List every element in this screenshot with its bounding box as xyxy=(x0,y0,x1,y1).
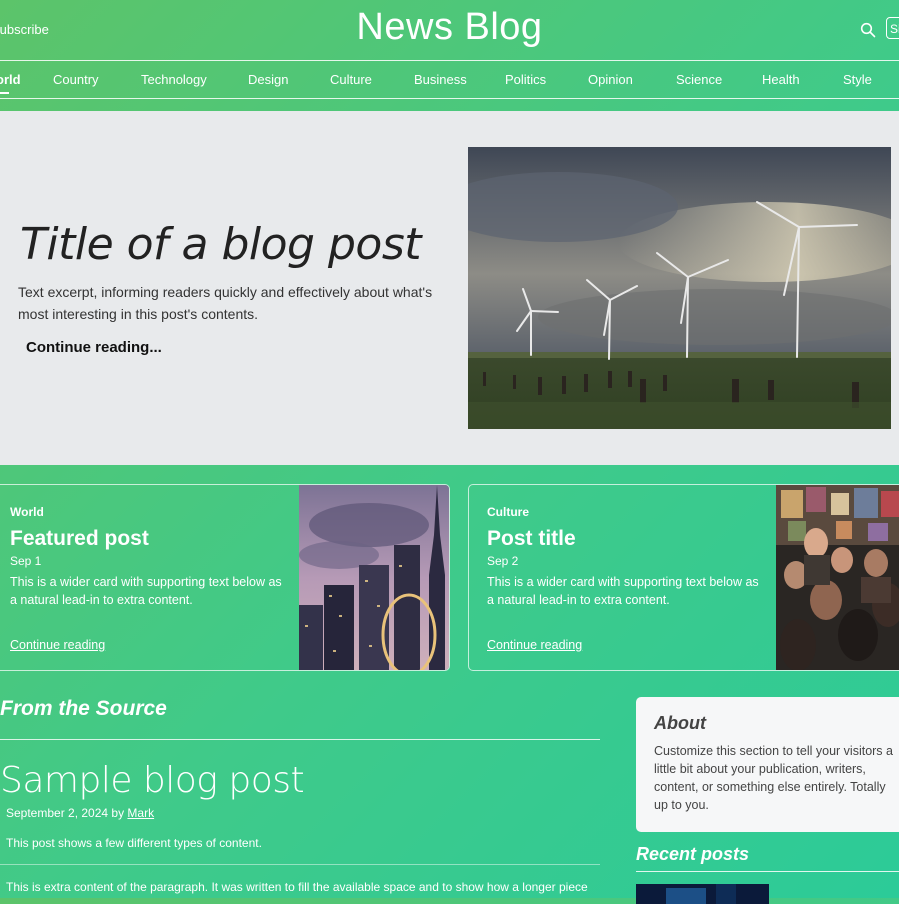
card-text: This is a wider card with supporting tex… xyxy=(10,575,282,607)
nav-item-health[interactable]: Health xyxy=(762,72,800,87)
post-card: Culture Post title Sep 2 This is a wider… xyxy=(468,484,899,671)
site-header: Subscribe News Blog Sign up xyxy=(0,0,899,60)
site-brand[interactable]: News Blog xyxy=(0,6,899,49)
about-text: Customize this section to tell your visi… xyxy=(654,744,893,812)
card-text: This is a wider card with supporting tex… xyxy=(487,575,759,607)
blog-post-date: September 2, 2024 by xyxy=(6,806,125,820)
category-nav: World Country Technology Design Culture … xyxy=(0,61,899,98)
blog-post-title: Sample blog post xyxy=(0,760,305,801)
search-icon[interactable] xyxy=(860,22,876,38)
blog-post-body: This is extra content of the paragraph. … xyxy=(6,880,588,894)
recent-posts-heading: Recent posts xyxy=(636,844,750,864)
signup-button[interactable]: Sign up xyxy=(886,17,899,39)
card-date: Sep 1 xyxy=(10,554,42,568)
city-skyline-image xyxy=(299,485,449,670)
nav-item-business[interactable]: Business xyxy=(414,72,467,87)
nav-item-politics[interactable]: Politics xyxy=(505,72,546,87)
nav-item-country[interactable]: Country xyxy=(53,72,99,87)
card-title: Post title xyxy=(487,527,576,550)
hero-wind-turbines-image xyxy=(468,147,891,429)
card-continue-link[interactable]: Continue reading xyxy=(487,638,582,652)
blog-post-meta: September 2, 2024 by Mark xyxy=(6,806,154,820)
section-divider xyxy=(0,739,600,740)
section-heading: From the Source xyxy=(0,697,167,720)
hero-excerpt: Text excerpt, informing readers quickly … xyxy=(18,284,433,322)
card-continue-link[interactable]: Continue reading xyxy=(10,638,105,652)
nav-item-world[interactable]: World xyxy=(0,72,21,87)
recent-post-thumbnail[interactable] xyxy=(636,884,769,904)
nav-item-style[interactable]: Style xyxy=(843,72,872,87)
card-category: World xyxy=(10,505,44,519)
nav-divider xyxy=(0,98,899,99)
blog-post-divider xyxy=(0,864,600,865)
about-title: About xyxy=(654,713,706,733)
card-title: Featured post xyxy=(10,527,149,550)
nav-item-science[interactable]: Science xyxy=(676,72,722,87)
card-date: Sep 2 xyxy=(487,554,519,568)
hero-title: Title of a blog post xyxy=(20,219,422,270)
about-panel: About Customize this section to tell you… xyxy=(636,697,899,832)
nav-item-design[interactable]: Design xyxy=(248,72,288,87)
card-category: Culture xyxy=(487,505,529,519)
nav-item-technology[interactable]: Technology xyxy=(141,72,207,87)
recent-posts-divider xyxy=(636,871,899,872)
hero-continue-link[interactable]: Continue reading... xyxy=(26,339,162,356)
blog-post-lead: This post shows a few different types of… xyxy=(6,836,262,850)
nav-item-opinion[interactable]: Opinion xyxy=(588,72,633,87)
blog-post-author-link[interactable]: Mark xyxy=(127,806,154,820)
nav-active-indicator xyxy=(0,92,9,94)
crowd-image xyxy=(776,485,899,670)
hero-section: Title of a blog post Text excerpt, infor… xyxy=(0,111,899,465)
nav-item-culture[interactable]: Culture xyxy=(330,72,372,87)
featured-post-card: World Featured post Sep 1 This is a wide… xyxy=(0,484,450,671)
